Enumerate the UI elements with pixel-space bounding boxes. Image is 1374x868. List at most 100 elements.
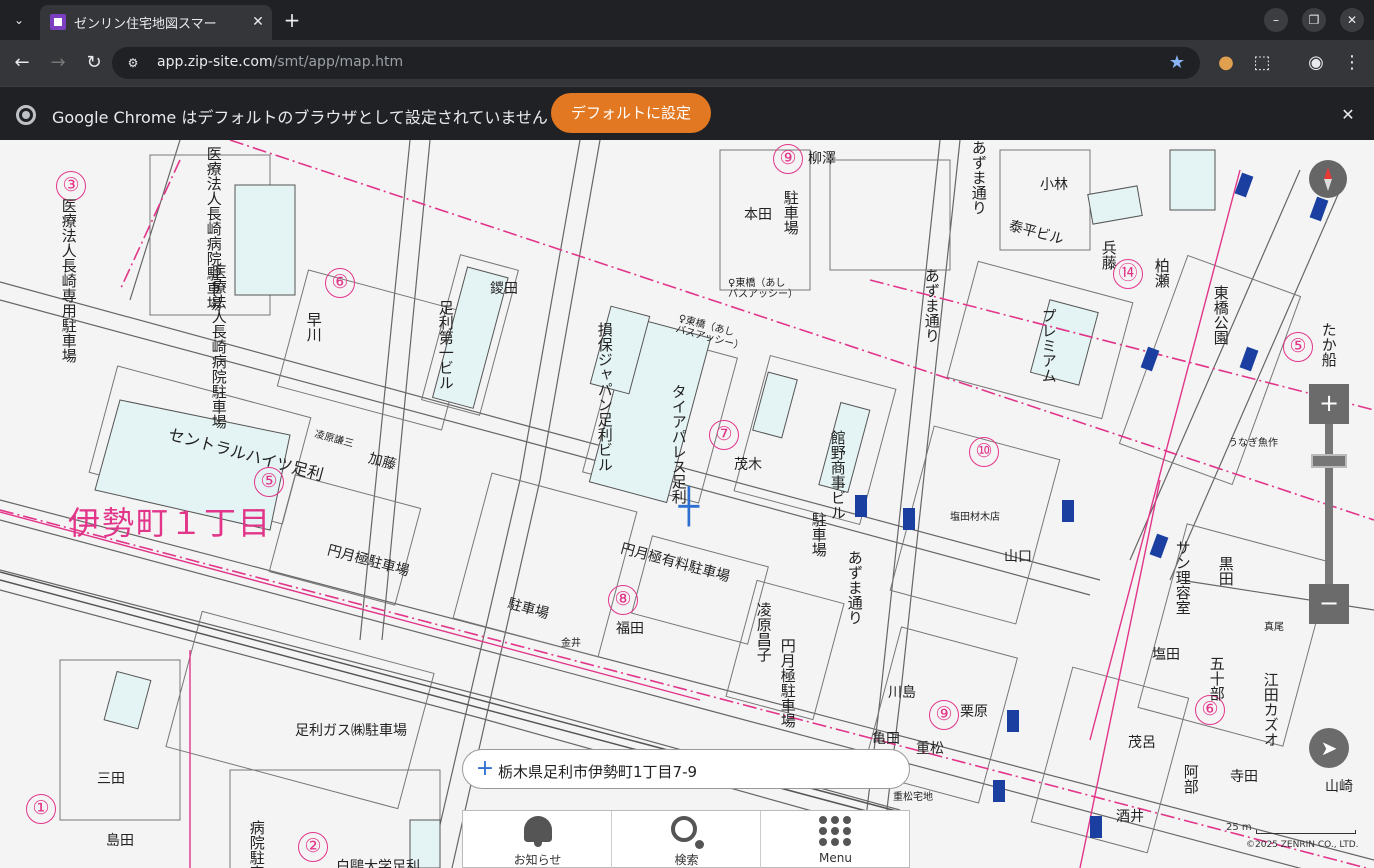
building-label: プレミアム <box>1039 308 1058 383</box>
set-default-button[interactable]: デフォルトに設定 <box>551 93 711 133</box>
current-location-icon[interactable]: ➤ <box>1309 728 1349 768</box>
address-text: 栃木県足利市伊勢町1丁目7-9 <box>498 763 698 781</box>
building-label: 福田 <box>616 621 644 637</box>
building-label: 真尾 <box>1264 622 1284 633</box>
building-label: 栗原 <box>960 704 988 720</box>
block-number: ⑩ <box>969 437 999 467</box>
building-label: 島田 <box>106 833 134 849</box>
building-label: 館野商事ビル <box>828 430 847 520</box>
reload-button[interactable]: ↻ <box>81 50 107 76</box>
building-label: 重松宅地 <box>893 792 933 803</box>
zoom-slider-thumb[interactable] <box>1311 454 1347 468</box>
block-number: ⑨ <box>929 700 959 730</box>
building-label: 重松 <box>916 741 944 757</box>
park-label: 東橋公園 <box>1211 285 1230 345</box>
building-label: 五十部 <box>1207 656 1226 701</box>
map-center-crosshair-icon: ┼ <box>678 487 700 527</box>
minimize-button[interactable]: – <box>1264 8 1288 32</box>
news-button[interactable]: お知らせ <box>463 811 612 868</box>
active-tab[interactable]: ゼンリン住宅地図スマー ✕ <box>40 5 272 40</box>
zoom-in-button[interactable]: + <box>1309 384 1349 424</box>
site-info-icon[interactable]: ⚙ <box>124 54 142 72</box>
building-label: 病院駐車場 <box>247 820 266 868</box>
building-label: 塩田 <box>1152 647 1180 663</box>
building-label: たか船 <box>1319 322 1338 367</box>
building-label: 寺田 <box>1230 769 1258 785</box>
building-label: 金井 <box>561 638 581 649</box>
block-number: ⑧ <box>608 585 638 615</box>
road-name: あずま通り <box>922 268 941 343</box>
extension-spy-icon[interactable]: ● <box>1213 50 1239 76</box>
building-label: 黒田 <box>1216 556 1235 586</box>
new-tab-button[interactable]: + <box>280 8 304 32</box>
browser-toolbar: ← → ↻ ⚙ app.zip-site.com/smt/app/map.htm… <box>0 40 1374 86</box>
scale-text: 25 m <box>1226 822 1252 833</box>
address-display[interactable]: + 栃木県足利市伊勢町1丁目7-9 <box>462 749 910 789</box>
grid-menu-icon <box>819 816 853 848</box>
search-button[interactable]: 検索 <box>612 811 761 868</box>
building-label: 柳澤 <box>808 151 836 167</box>
tab-search-chevron-icon[interactable]: ⌄ <box>6 8 32 32</box>
building-label: 足利第一ビル <box>436 300 455 390</box>
building-label: 酒井 <box>1116 809 1144 825</box>
building-label: 山崎 <box>1325 779 1353 795</box>
menu-label: Menu <box>819 851 852 865</box>
building-label: 茂木 <box>734 457 762 473</box>
building-label: 損保ジャパン足利ビル <box>595 322 614 472</box>
building-label: 駐車場 <box>809 512 828 557</box>
building-label: 江田カズオ <box>1261 672 1280 747</box>
map-canvas[interactable]: 伊勢町１丁目 ③ ⑥ ⑤ ⑦ ⑧ ⑨ ⑨ ⑩ ⑭ ⑤ ⑥ ① ② あずま通り あ… <box>0 140 1374 868</box>
chrome-logo-icon <box>16 105 36 125</box>
restore-button[interactable]: ❐ <box>1302 8 1326 32</box>
scale-bar: 25 m <box>1226 822 1360 836</box>
scale-bar-line <box>1256 830 1356 834</box>
building-label: 医療法人長崎病院駐車場 <box>209 264 228 429</box>
district-label: 伊勢町１丁目 <box>68 504 273 542</box>
menu-button[interactable]: Menu <box>761 811 910 868</box>
infobar-close-icon[interactable]: ✕ <box>1336 103 1360 127</box>
block-number: ③ <box>56 171 86 201</box>
building-label: 足利ガス㈱駐車場 <box>295 723 407 739</box>
building-label: 円月極駐車場 <box>778 638 797 728</box>
tab-title: ゼンリン住宅地図スマー <box>74 17 217 31</box>
tab-close-icon[interactable]: ✕ <box>248 12 268 32</box>
more-menu-icon[interactable]: ⋮ <box>1339 50 1365 76</box>
crosshair-plus-icon: + <box>475 756 495 781</box>
infobar-message: Google Chrome はデフォルトのブラウザとして設定されていません <box>52 108 548 127</box>
building-label: 阿部 <box>1181 764 1200 794</box>
zoom-slider-track[interactable] <box>1325 424 1333 584</box>
default-browser-infobar: Google Chrome はデフォルトのブラウザとして設定されていません デフ… <box>0 86 1374 140</box>
bell-icon <box>524 816 552 847</box>
tab-bar: ⌄ ゼンリン住宅地図スマー ✕ + – ❐ ✕ <box>0 0 1374 40</box>
building-label: 兵藤 <box>1099 240 1118 270</box>
extensions-puzzle-icon[interactable]: ⬚ <box>1249 50 1275 76</box>
search-label: 検索 <box>674 853 699 867</box>
building-label: 山口 <box>1004 549 1032 565</box>
compass-icon[interactable] <box>1309 160 1347 198</box>
news-label: お知らせ <box>513 853 562 867</box>
block-number: ② <box>298 832 328 862</box>
block-number: ① <box>26 794 56 824</box>
copyright-text: ©2025 ZENRIN CO., LTD. <box>1246 840 1359 850</box>
bookmark-star-icon[interactable]: ★ <box>1166 52 1188 74</box>
forward-button[interactable]: → <box>45 50 71 76</box>
profile-icon[interactable]: ◉ <box>1303 50 1329 76</box>
building-label: 亀田 <box>872 731 900 747</box>
building-label: 本田 <box>744 207 772 223</box>
address-bar[interactable]: ⚙ app.zip-site.com/smt/app/map.htm ★ <box>112 47 1200 79</box>
building-label: 塩田材木店 <box>950 512 1000 523</box>
window-close-button[interactable]: ✕ <box>1340 8 1364 32</box>
building-label: 鑁田 <box>490 281 518 297</box>
back-button[interactable]: ← <box>9 50 35 76</box>
block-number: ⑤ <box>1283 332 1313 362</box>
building-label: タイアパレス足利 <box>669 384 688 504</box>
building-label: 柏瀬 <box>1152 258 1171 288</box>
url-text[interactable]: app.zip-site.com/smt/app/map.htm <box>157 54 403 72</box>
bottom-navigation: お知らせ 検索 Menu <box>462 810 910 868</box>
building-label: 駐車場 <box>781 190 800 235</box>
road-name: あずま通り <box>969 140 988 215</box>
search-icon <box>671 816 704 849</box>
building-label: 凌原昌子 <box>754 602 773 662</box>
building-label: 早川 <box>304 312 323 342</box>
zoom-out-button[interactable]: − <box>1309 584 1349 624</box>
